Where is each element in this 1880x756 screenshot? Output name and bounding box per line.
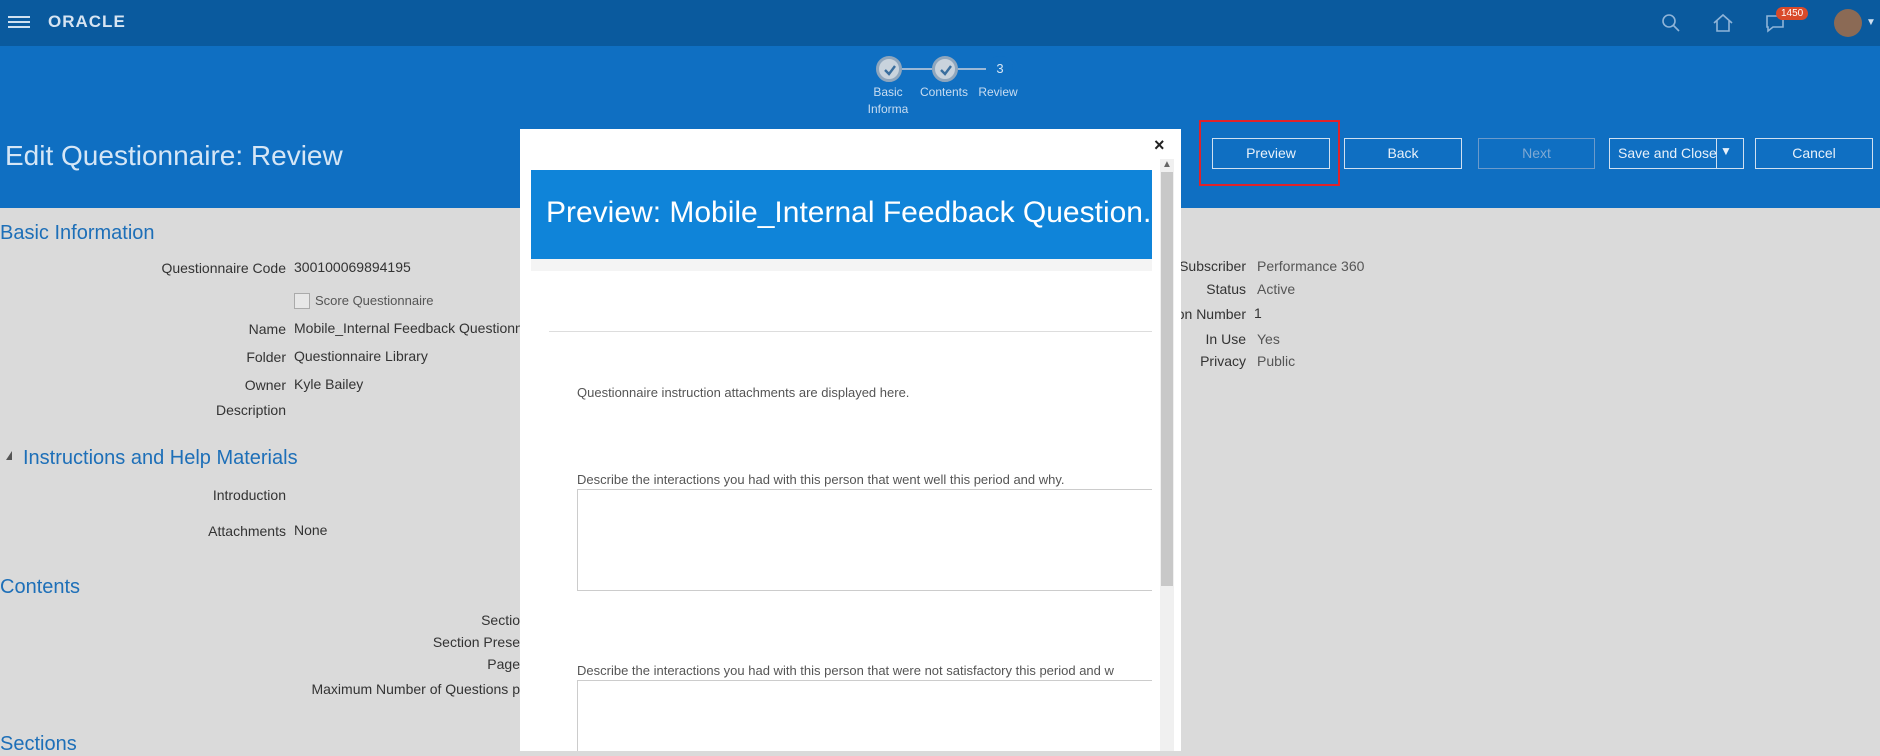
name-label: Name: [248, 321, 286, 337]
contents-field-label: Sectio: [481, 612, 520, 628]
question-2-text: Describe the interactions you had with t…: [577, 663, 1114, 678]
status-value: Active: [1257, 281, 1296, 297]
search-icon[interactable]: [1658, 10, 1684, 36]
back-button[interactable]: Back: [1344, 138, 1462, 169]
scroll-thumb[interactable]: [1161, 172, 1173, 586]
check-icon: [884, 65, 896, 76]
page-title: Edit Questionnaire: Review: [5, 140, 343, 171]
question-1-text: Describe the interactions you had with t…: [577, 472, 1065, 487]
preview-dialog: × Preview: Mobile_Internal Feedback Ques…: [520, 129, 1181, 751]
button-divider: [1716, 138, 1717, 169]
attachments-label: Attachments: [208, 523, 286, 539]
chevron-down-icon[interactable]: ▼: [1866, 17, 1876, 28]
score-questionnaire-label: Score Questionnaire: [315, 293, 434, 308]
cancel-button[interactable]: Cancel: [1755, 138, 1873, 169]
header-strip: [531, 259, 1152, 271]
preview-title: Preview: Mobile_Internal Feedback Questi…: [546, 196, 1152, 229]
user-avatar[interactable]: [1834, 9, 1862, 37]
instructions-heading[interactable]: Instructions and Help Materials: [23, 447, 298, 470]
train-step-basic-information[interactable]: [876, 56, 902, 82]
question-1-answer-field[interactable]: [577, 489, 1152, 591]
subscriber-value: Performance 360: [1257, 258, 1365, 274]
folder-value: Questionnaire Library: [294, 348, 428, 364]
owner-label: Owner: [244, 377, 286, 393]
train-step-label: Review: [978, 85, 1018, 99]
scroll-up-icon[interactable]: ▲: [1162, 159, 1172, 170]
train-connector: [902, 68, 932, 70]
chevron-down-icon[interactable]: ▼: [1720, 144, 1732, 158]
privacy-value: Public: [1257, 353, 1296, 369]
contents-heading[interactable]: Contents: [0, 576, 80, 599]
questionnaire-code-value: 300100069894195: [294, 259, 411, 275]
attachments-value: None: [294, 522, 328, 538]
next-button[interactable]: Next: [1478, 138, 1595, 169]
home-icon[interactable]: [1710, 10, 1736, 36]
train-step-label: Contents: [919, 85, 969, 99]
train-step-label: Basic Informa: [867, 85, 909, 116]
contents-field-label: Section Prese: [432, 634, 520, 650]
global-header: ORACLE 1450 ▼: [0, 0, 1880, 46]
instruction-text: Questionnaire instruction attachments ar…: [577, 385, 910, 400]
process-train: 3 Basic Informa Contents Review: [0, 46, 1880, 121]
oracle-logo[interactable]: ORACLE: [48, 12, 126, 32]
notification-count-badge: 1450: [1776, 7, 1809, 20]
version-number-value: 1: [1254, 305, 1262, 321]
folder-label: Folder: [246, 349, 286, 365]
preview-header: Preview: Mobile_Internal Feedback Questi…: [531, 170, 1152, 259]
question-2-answer-field[interactable]: [577, 680, 1152, 751]
check-icon: [940, 65, 952, 76]
menu-icon[interactable]: [8, 13, 30, 31]
contents-field-label: Page: [487, 656, 520, 672]
close-icon[interactable]: ×: [1154, 135, 1165, 156]
introduction-label: Introduction: [212, 487, 286, 503]
in-use-value: Yes: [1257, 331, 1280, 347]
description-label: Description: [215, 402, 286, 418]
preview-button[interactable]: Preview: [1212, 138, 1330, 169]
train-connector: [958, 68, 986, 70]
collapse-triangle-icon[interactable]: [6, 451, 12, 460]
sections-heading[interactable]: Sections: [0, 733, 77, 756]
contents-field-label: Maximum Number of Questions p: [311, 681, 520, 697]
name-value: Mobile_Internal Feedback Questionn: [294, 320, 520, 336]
basic-information-heading[interactable]: Basic Information: [0, 222, 155, 245]
owner-value: Kyle Bailey: [294, 376, 364, 392]
preview-content: Preview: Mobile_Internal Feedback Questi…: [520, 129, 1152, 751]
dialog-scrollbar[interactable]: ▲: [1160, 159, 1174, 751]
divider: [549, 331, 1152, 332]
questionnaire-code-label: Questionnaire Code: [161, 260, 286, 276]
train-step-contents[interactable]: [932, 56, 958, 82]
score-questionnaire-checkbox: [294, 293, 310, 309]
train-step-review[interactable]: 3: [987, 56, 1013, 82]
